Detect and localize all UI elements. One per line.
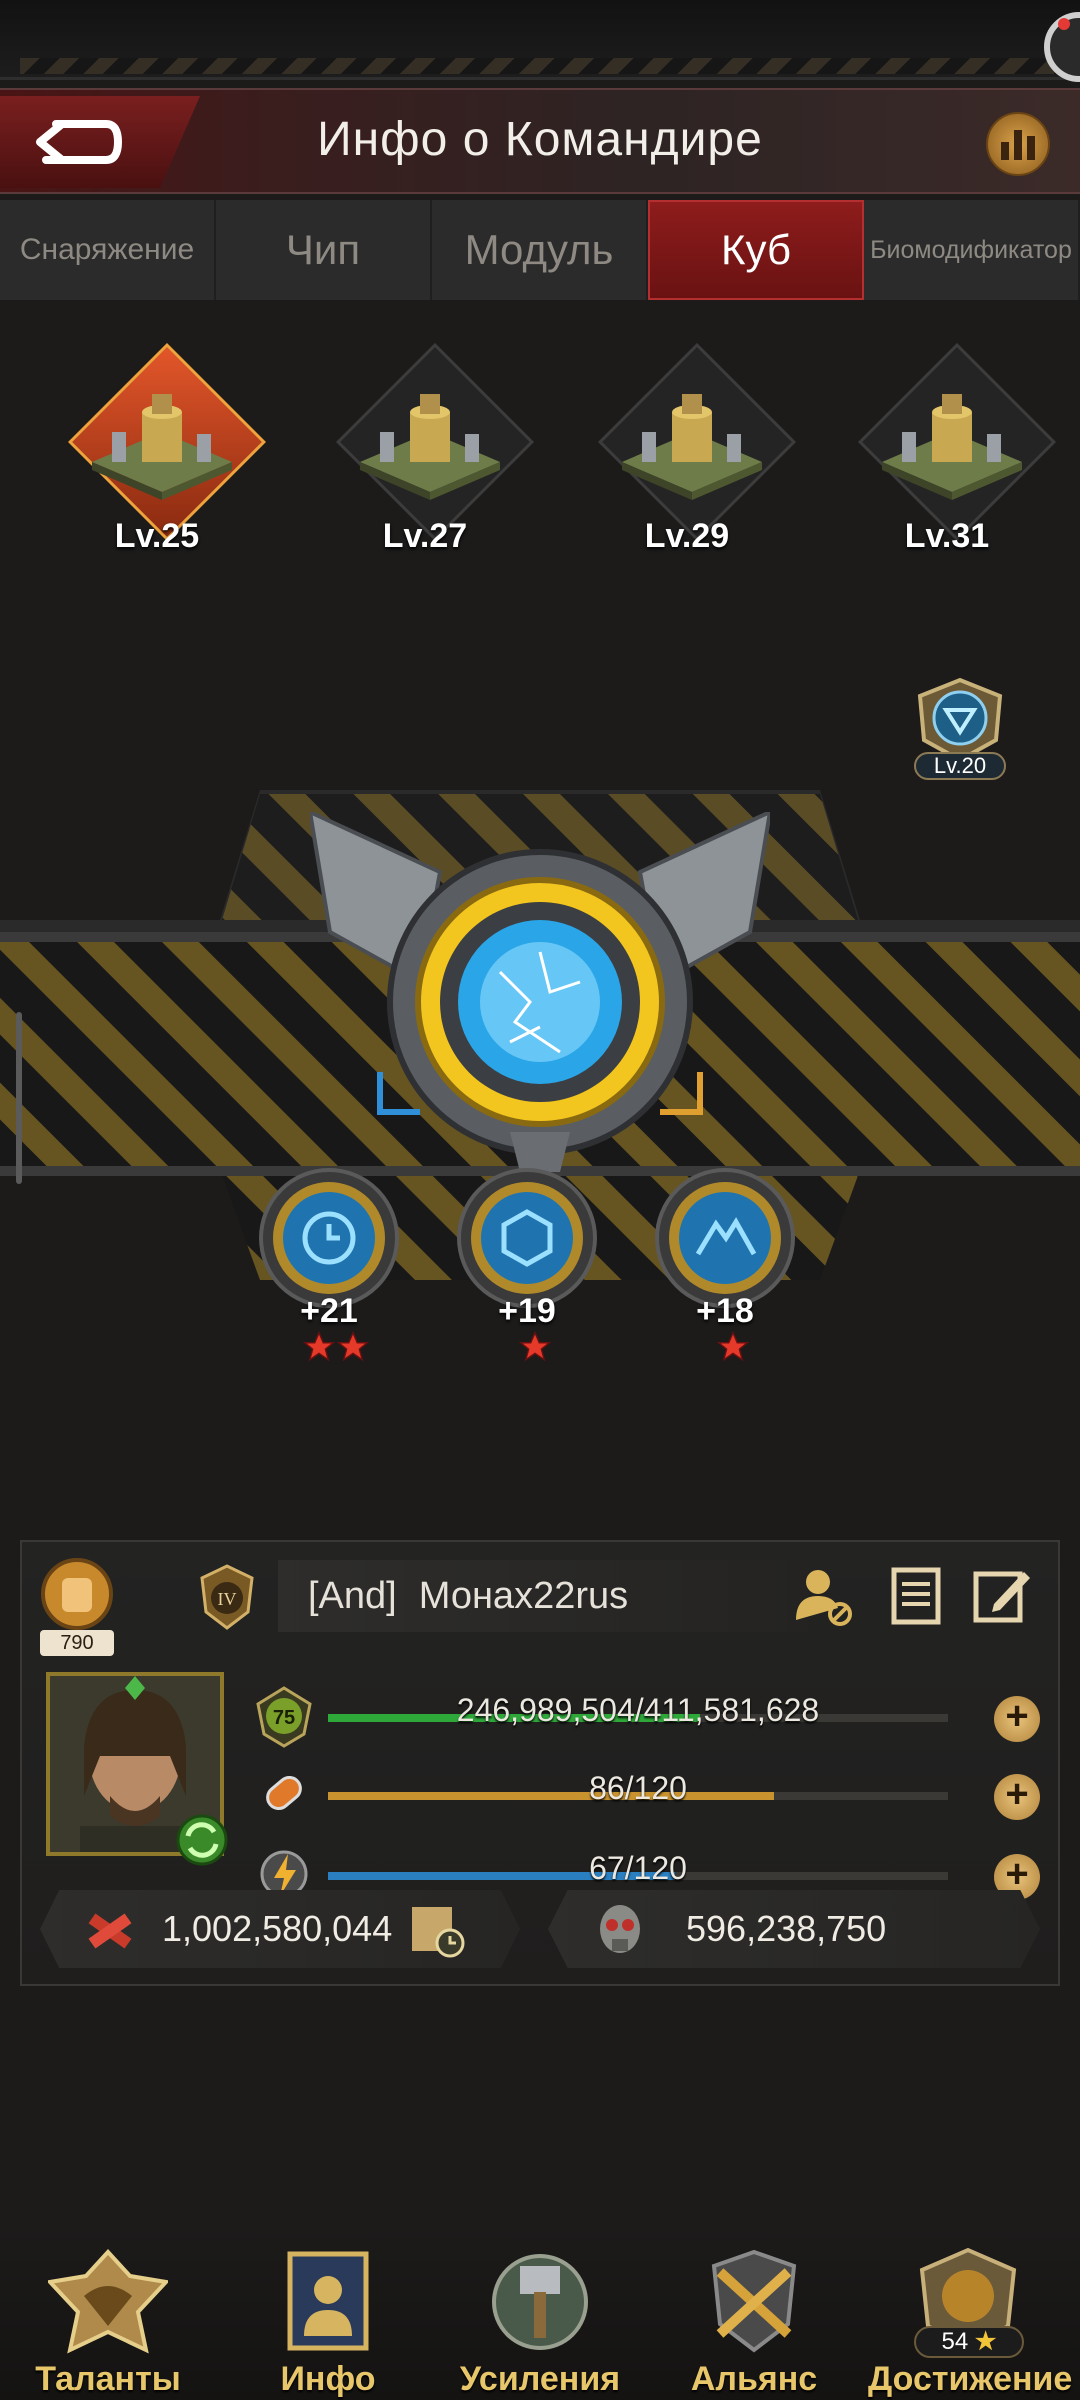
factory-icon bbox=[882, 394, 1022, 500]
kills-value: 1,002,580,044 bbox=[162, 1908, 393, 1949]
achievement-count: 54 bbox=[941, 2328, 969, 2355]
nav-label: Достижение bbox=[868, 2360, 1073, 2398]
tab-module[interactable]: Модуль bbox=[432, 200, 648, 300]
sub-core-value: +21 bbox=[300, 1292, 358, 1330]
document-icon[interactable] bbox=[884, 1562, 950, 1628]
experience-value: 246,989,504/411,581,628 bbox=[456, 1692, 820, 1728]
info-icon bbox=[287, 2251, 369, 2351]
cube-rank-level: Lv.20 bbox=[914, 752, 1006, 780]
nav-info[interactable]: Инфо bbox=[228, 2224, 428, 2400]
bar-chart-icon bbox=[1001, 142, 1009, 160]
losses-stat[interactable]: 596,238,750 bbox=[548, 1890, 1040, 1968]
crossed-guns-icon bbox=[88, 1913, 132, 1949]
tab-chip[interactable]: Чип bbox=[216, 200, 432, 300]
tab-biomodifier[interactable]: Биомодификатор bbox=[864, 200, 1080, 300]
block-user-icon[interactable] bbox=[790, 1562, 856, 1628]
nav-label: Инфо bbox=[280, 2360, 376, 2398]
cube-slot-2[interactable]: Lv.27 bbox=[330, 343, 534, 572]
power-badge-value: 790 bbox=[40, 1630, 114, 1656]
nav-label: Альянс bbox=[690, 2360, 818, 2398]
level-icon: 75 bbox=[256, 1686, 312, 1748]
nav-alliance[interactable]: Альянс bbox=[654, 2224, 854, 2400]
nav-talents[interactable]: Таланты bbox=[8, 2224, 208, 2400]
boosts-icon bbox=[492, 2254, 588, 2350]
losses-value: 596,238,750 bbox=[686, 1908, 887, 1949]
cube-slot-3[interactable]: Lv.29 bbox=[592, 343, 796, 572]
sub-core-1-stars bbox=[302, 1330, 370, 1364]
nav-boosts[interactable]: Усиления bbox=[440, 2224, 640, 2400]
sub-core-2[interactable]: +19 bbox=[452, 1168, 602, 1330]
bottom-navigation: Таланты Инфо Усиления Альянс 54 ★ Достиж… bbox=[0, 2224, 1080, 2400]
cube-level: Lv.27 bbox=[382, 517, 468, 555]
cube-level: Lv.31 bbox=[904, 517, 990, 555]
sub-core-3-stars bbox=[716, 1330, 750, 1364]
fist-icon bbox=[41, 1558, 113, 1630]
factory-icon bbox=[92, 394, 232, 500]
achievement-count-badge: 54 ★ bbox=[914, 2326, 1024, 2358]
scroll-indicator[interactable] bbox=[16, 1012, 22, 1184]
tab-cube[interactable]: Куб bbox=[648, 200, 864, 300]
cube-slot-4[interactable]: Lv.31 bbox=[852, 343, 1056, 572]
sub-core-3[interactable]: +18 bbox=[650, 1168, 800, 1330]
add-stamina-button[interactable]: + bbox=[994, 1774, 1040, 1820]
alliance-icon bbox=[711, 2249, 797, 2353]
alliance-tag: [And] bbox=[308, 1574, 397, 1617]
power-badge[interactable]: 790 bbox=[34, 1554, 120, 1656]
tab-bar: Снаряжение Чип Модуль Куб Биомодификатор bbox=[0, 200, 1080, 300]
stat-row-level: 75 246,989,504/411,581,628 + bbox=[246, 1684, 1062, 1748]
hazard-stripe bbox=[20, 58, 1060, 74]
add-experience-button[interactable]: + bbox=[994, 1696, 1040, 1742]
player-name-bar: [And] Монах22rus bbox=[278, 1560, 808, 1632]
stat-row-stamina: 86/120 + bbox=[246, 1762, 1062, 1822]
page-title: Инфо о Командире bbox=[317, 113, 763, 166]
back-arrow-icon bbox=[36, 120, 123, 164]
star-icon bbox=[302, 1331, 336, 1362]
energy-value: 67/120 bbox=[589, 1850, 687, 1886]
factory-icon bbox=[360, 394, 500, 500]
svg-text:IV: IV bbox=[218, 1589, 237, 1609]
back-button[interactable] bbox=[0, 96, 200, 188]
cube-rank-badge[interactable]: Lv.20 bbox=[900, 676, 1020, 786]
header-bar: Инфо о Командире bbox=[0, 88, 1080, 194]
swap-icon[interactable] bbox=[172, 1812, 232, 1868]
notification-dot bbox=[1058, 18, 1070, 30]
sub-core-value: +18 bbox=[696, 1292, 754, 1330]
talents-icon bbox=[48, 2249, 168, 2354]
nav-achievement[interactable]: 54 ★ Достижение bbox=[868, 2224, 1073, 2400]
cube-core[interactable] bbox=[310, 812, 770, 1172]
sub-core-1[interactable]: +21 bbox=[254, 1168, 404, 1330]
sub-core-2-stars bbox=[518, 1330, 552, 1364]
cube-level: Lv.25 bbox=[114, 517, 200, 555]
stamina-icon bbox=[266, 1776, 302, 1810]
cube-level: Lv.29 bbox=[644, 517, 730, 555]
statistics-button[interactable] bbox=[986, 112, 1050, 176]
gas-mask-icon bbox=[600, 1905, 640, 1953]
factory-icon bbox=[622, 394, 762, 500]
nav-label: Усиления bbox=[459, 2360, 621, 2398]
stamina-value: 86/120 bbox=[589, 1770, 687, 1806]
nav-label: Таланты bbox=[35, 2360, 181, 2398]
star-icon bbox=[518, 1331, 552, 1362]
edit-icon[interactable] bbox=[968, 1562, 1034, 1628]
star-icon: ★ bbox=[974, 2328, 997, 2355]
history-icon[interactable] bbox=[406, 1899, 466, 1959]
rank-iv-icon[interactable]: IV bbox=[192, 1562, 262, 1632]
cube-slot-1[interactable]: Lv.25 bbox=[62, 343, 266, 572]
kills-stat[interactable]: 1,002,580,044 bbox=[40, 1890, 520, 1968]
tab-equipment[interactable]: Снаряжение bbox=[0, 200, 216, 300]
player-name: Монах22rus bbox=[418, 1574, 629, 1617]
level-badge: 75 bbox=[273, 1707, 295, 1729]
sub-core-value: +19 bbox=[498, 1292, 556, 1330]
status-strip bbox=[0, 0, 1080, 80]
star-icon bbox=[716, 1331, 750, 1362]
star-icon bbox=[336, 1331, 370, 1362]
